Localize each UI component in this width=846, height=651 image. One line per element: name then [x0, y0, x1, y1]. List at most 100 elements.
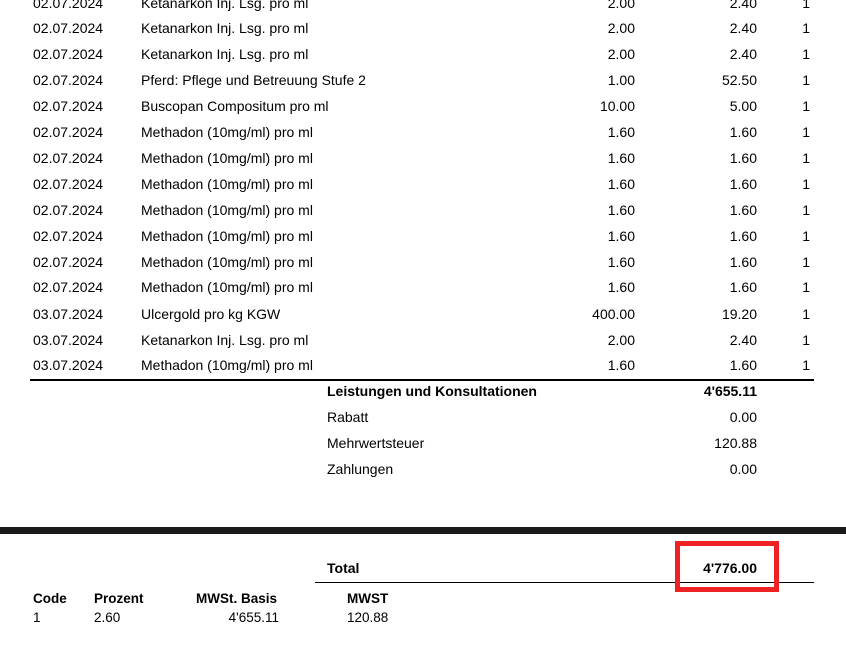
- item-price: 2.40: [729, 20, 757, 36]
- item-date: 03.07.2024: [33, 332, 104, 348]
- item-count: 1: [802, 228, 810, 244]
- table-divider: [30, 379, 814, 381]
- item-date: 02.07.2024: [33, 202, 104, 218]
- item-date: 02.07.2024: [33, 124, 104, 140]
- item-price: 19.20: [721, 306, 757, 322]
- item-count: 1: [802, 150, 810, 166]
- item-description: Ketanarkon Inj. Lsg. pro ml: [141, 332, 309, 348]
- item-quantity: 1.60: [607, 202, 635, 218]
- item-count: 1: [802, 20, 810, 36]
- vat-header-vat: MWST: [347, 591, 389, 606]
- item-date: 02.07.2024: [33, 228, 104, 244]
- item-count: 1: [802, 254, 810, 270]
- item-price: 1.60: [729, 254, 757, 270]
- item-description: Ketanarkon Inj. Lsg. pro ml: [141, 46, 309, 62]
- item-count: 1: [802, 202, 810, 218]
- vat-code: 1: [33, 610, 41, 625]
- item-date: 02.07.2024: [33, 176, 104, 192]
- item-quantity: 1.60: [607, 254, 635, 270]
- item-date: 02.07.2024: [33, 0, 104, 11]
- vat-value: 120.88: [714, 435, 757, 451]
- item-description: Methadon (10mg/ml) pro ml: [141, 254, 313, 270]
- item-description: Methadon (10mg/ml) pro ml: [141, 202, 313, 218]
- item-price: 1.60: [729, 228, 757, 244]
- item-quantity: 1.60: [607, 176, 635, 192]
- item-price: 1.60: [729, 279, 757, 295]
- vat-percent: 2.60: [94, 610, 121, 625]
- item-description: Buscopan Compositum pro ml: [141, 98, 329, 114]
- item-count: 1: [802, 72, 810, 88]
- vat-amount: 120.88: [347, 610, 389, 625]
- payments-value: 0.00: [729, 461, 757, 477]
- item-count: 1: [802, 306, 810, 322]
- item-count: 1: [802, 98, 810, 114]
- item-quantity: 1.60: [607, 279, 635, 295]
- item-description: Methadon (10mg/ml) pro ml: [141, 228, 313, 244]
- item-quantity: 1.60: [607, 228, 635, 244]
- item-date: 02.07.2024: [33, 279, 104, 295]
- item-count: 1: [802, 332, 810, 348]
- item-price: 1.60: [729, 176, 757, 192]
- item-date: 02.07.2024: [33, 150, 104, 166]
- item-description: Methadon (10mg/ml) pro ml: [141, 279, 313, 295]
- table-row: 02.07.2024 Methadon (10mg/ml) pro ml 1.6…: [0, 150, 846, 176]
- item-count: 1: [802, 124, 810, 140]
- item-date: 02.07.2024: [33, 254, 104, 270]
- item-price: 1.60: [729, 124, 757, 140]
- item-description: Ketanarkon Inj. Lsg. pro ml: [141, 20, 309, 36]
- table-row: 03.07.2024 Ketanarkon Inj. Lsg. pro ml 2…: [0, 332, 846, 358]
- item-count: 1: [802, 46, 810, 62]
- item-description: Methadon (10mg/ml) pro ml: [141, 150, 313, 166]
- item-date: 03.07.2024: [33, 357, 104, 373]
- item-quantity: 2.00: [607, 20, 635, 36]
- table-row: 02.07.2024 Methadon (10mg/ml) pro ml 1.6…: [0, 124, 846, 150]
- vat-basis: 4'655.11: [228, 610, 279, 625]
- item-date: 02.07.2024: [33, 98, 104, 114]
- vat-header-code: Code: [33, 591, 67, 606]
- services-value: 4'655.11: [703, 383, 757, 399]
- table-row: 02.07.2024 Ketanarkon Inj. Lsg. pro ml 2…: [0, 46, 846, 72]
- item-price: 1.60: [729, 357, 757, 373]
- item-date: 03.07.2024: [33, 306, 104, 322]
- item-description: Ulcergold pro kg KGW: [141, 306, 281, 322]
- discount-value: 0.00: [729, 409, 757, 425]
- item-date: 02.07.2024: [33, 20, 104, 36]
- table-row: 02.07.2024 Ketanarkon Inj. Lsg. pro ml 2…: [0, 20, 846, 46]
- total-highlight-box: [675, 541, 779, 592]
- item-quantity: 1.60: [607, 150, 635, 166]
- total-label: Total: [327, 560, 360, 576]
- table-row: 02.07.2024 Pferd: Pflege und Betreuung S…: [0, 72, 846, 98]
- table-row: 02.07.2024 Ketanarkon Inj. Lsg. pro ml 2…: [0, 0, 846, 21]
- item-quantity: 2.00: [607, 332, 635, 348]
- services-label: Leistungen und Konsultationen: [327, 383, 537, 399]
- table-row: 03.07.2024 Ulcergold pro kg KGW 400.00 1…: [0, 306, 846, 332]
- item-quantity: 400.00: [592, 306, 635, 322]
- item-description: Methadon (10mg/ml) pro ml: [141, 124, 313, 140]
- table-row: 02.07.2024 Methadon (10mg/ml) pro ml 1.6…: [0, 228, 846, 254]
- item-price: 2.40: [729, 0, 757, 11]
- section-separator: [0, 527, 846, 534]
- item-description: Ketanarkon Inj. Lsg. pro ml: [141, 0, 309, 11]
- item-count: 1: [802, 0, 810, 11]
- item-quantity: 10.00: [599, 98, 635, 114]
- item-description: Methadon (10mg/ml) pro ml: [141, 176, 313, 192]
- table-row: 02.07.2024 Methadon (10mg/ml) pro ml 1.6…: [0, 279, 846, 305]
- table-row: 02.07.2024 Methadon (10mg/ml) pro ml 1.6…: [0, 254, 846, 280]
- item-price: 1.60: [729, 202, 757, 218]
- item-price: 2.40: [729, 332, 757, 348]
- item-quantity: 2.00: [607, 0, 635, 11]
- item-description: Methadon (10mg/ml) pro ml: [141, 357, 313, 373]
- item-quantity: 1.00: [607, 72, 635, 88]
- payments-label: Zahlungen: [327, 461, 394, 477]
- discount-label: Rabatt: [327, 409, 369, 425]
- vat-header-basis: MWSt. Basis: [196, 591, 278, 606]
- item-count: 1: [802, 357, 810, 373]
- item-count: 1: [802, 176, 810, 192]
- table-row: 02.07.2024 Methadon (10mg/ml) pro ml 1.6…: [0, 202, 846, 228]
- vat-header-percent: Prozent: [94, 591, 144, 606]
- item-count: 1: [802, 279, 810, 295]
- item-quantity: 1.60: [607, 124, 635, 140]
- item-quantity: 1.60: [607, 357, 635, 373]
- item-price: 2.40: [729, 46, 757, 62]
- item-price: 5.00: [729, 98, 757, 114]
